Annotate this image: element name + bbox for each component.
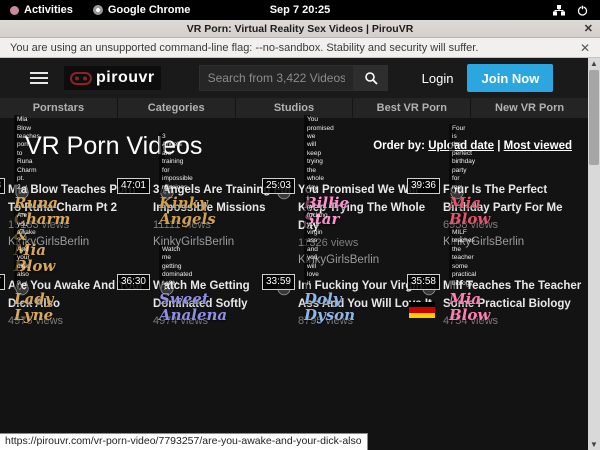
nav-item-studios[interactable]: Studios — [236, 98, 353, 118]
sandbox-warning-bar: You are using an unsupported command-lin… — [0, 38, 600, 58]
warning-message: You are using an unsupported command-lin… — [10, 42, 478, 54]
search-input[interactable] — [199, 65, 354, 91]
video-grid: Runa Charm & Mia Blow Mia Blow teaches p… — [8, 180, 584, 328]
join-now-button[interactable]: Join Now — [467, 64, 553, 92]
window-title-bar: VR Porn: Virtual Reality Sex Videos | Pi… — [0, 20, 600, 38]
order-by-label: Order by: — [373, 140, 425, 152]
vr-goggles-icon — [70, 72, 92, 85]
search-bar — [199, 65, 388, 91]
search-icon — [364, 71, 378, 85]
scrollbar[interactable]: ▲ ▼ — [588, 58, 600, 450]
window-title: VR Porn: Virtual Reality Sex Videos | Pi… — [187, 23, 414, 35]
search-button[interactable] — [354, 65, 388, 91]
site-header: pirouvr Login Join Now — [0, 58, 588, 98]
view-count: 11326 views — [298, 237, 439, 250]
nav-item-new-vr-porn[interactable]: New VR Porn — [471, 98, 588, 118]
order-link-most-viewed[interactable]: Most viewed — [504, 140, 572, 152]
nav-item-best-vr-porn[interactable]: Best VR Porn — [353, 98, 470, 118]
video-card: Mia Blow MILF teaches the teacher some p… — [443, 276, 584, 328]
activities-indicator-icon — [10, 6, 19, 15]
power-icon[interactable] — [577, 5, 588, 16]
site-logo-text: pirouvr — [96, 69, 155, 87]
window-close-icon[interactable]: ✕ — [584, 22, 593, 35]
site-logo[interactable]: pirouvr — [64, 66, 161, 90]
chrome-icon — [93, 5, 103, 15]
chrome-app-label: Google Chrome — [108, 4, 191, 16]
system-top-bar: Activities Google Chrome Sep 7 20:25 — [0, 0, 600, 20]
menu-icon[interactable] — [30, 72, 48, 84]
scroll-down-icon[interactable]: ▼ — [588, 440, 600, 449]
network-icon[interactable] — [553, 5, 565, 16]
order-by: Order by: Upload date | Most viewed — [373, 140, 572, 152]
activities-label: Activities — [24, 4, 73, 16]
nav-item-categories[interactable]: Categories — [118, 98, 235, 118]
status-url-tooltip: https://pirouvr.com/vr-porn-video/779325… — [0, 433, 368, 450]
warning-close-icon[interactable]: ✕ — [580, 41, 590, 55]
scrollbar-thumb[interactable] — [589, 70, 599, 165]
chrome-app-menu[interactable]: Google Chrome — [83, 0, 201, 20]
browser-viewport: pirouvr Login Join Now PornstarsCategori… — [0, 58, 600, 450]
login-link[interactable]: Login — [422, 71, 454, 86]
activities-button[interactable]: Activities — [0, 0, 83, 20]
scroll-up-icon[interactable]: ▲ — [588, 59, 600, 68]
main-nav: PornstarsCategoriesStudiosBest VR PornNe… — [0, 98, 588, 118]
